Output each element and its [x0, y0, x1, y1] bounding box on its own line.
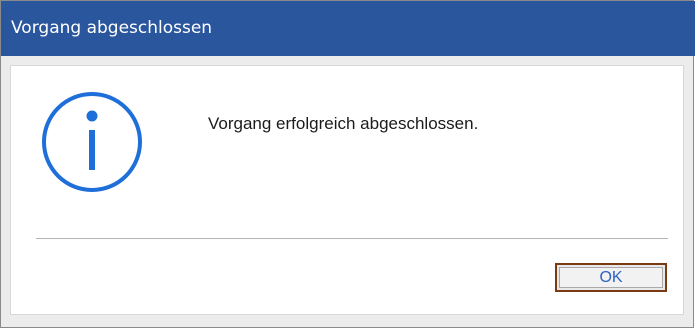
ok-button-label: OK	[599, 268, 623, 286]
dialog-message: Vorgang erfolgreich abgeschlossen.	[208, 114, 479, 133]
title-bar[interactable]: Vorgang abgeschlossen	[1, 1, 695, 56]
divider	[36, 238, 668, 239]
ok-button[interactable]: OK	[555, 263, 667, 292]
info-icon	[42, 92, 142, 192]
window-title: Vorgang abgeschlossen	[11, 18, 213, 38]
ok-button-face[interactable]: OK	[559, 267, 663, 288]
message-dialog: Vorgang abgeschlossen Vorgang erfolgreic…	[0, 0, 695, 328]
dialog-content: Vorgang erfolgreich abgeschlossen. OK	[10, 65, 684, 315]
